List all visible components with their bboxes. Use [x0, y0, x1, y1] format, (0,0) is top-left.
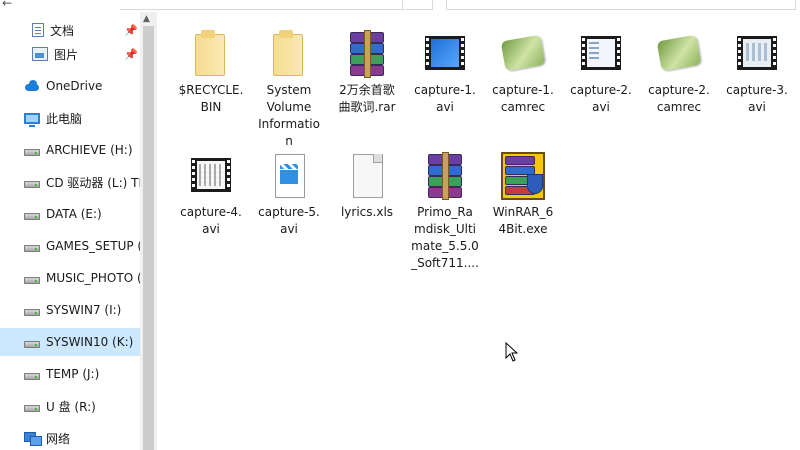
refresh-button[interactable] — [402, 0, 433, 10]
pin-icon[interactable]: 📌 — [124, 48, 138, 61]
file-label: Primo_Ra mdisk_Ulti mate_5.5.0 _Soft711.… — [411, 205, 479, 270]
document-icon — [32, 23, 44, 37]
file-item-recycle-bin[interactable]: $RECYCLE. BIN — [172, 30, 250, 116]
cloud-icon — [24, 79, 40, 93]
video-file-icon — [577, 30, 625, 78]
nav-item-label: 网络 — [46, 431, 71, 446]
file-item-lyrics-rar[interactable]: 2万余首歌 曲歌词.rar — [328, 30, 406, 116]
video-file-icon — [187, 152, 235, 200]
nav-item-drive-cd[interactable]: CD 驱动器 (L:) TP — [0, 168, 140, 196]
file-label: 2万余首歌 曲歌词.rar — [338, 83, 396, 114]
drive-icon — [24, 340, 40, 348]
nav-item-network[interactable]: 网络 — [0, 424, 140, 450]
back-arrow-icon[interactable]: ← — [2, 0, 12, 10]
file-label: System Volume Informatio n — [258, 83, 320, 148]
file-item-capture-2-camrec[interactable]: capture-2. camrec — [640, 30, 718, 116]
nav-item-label: U 盘 (R:) — [46, 399, 96, 414]
scroll-up-arrow-icon[interactable]: ▲ — [143, 14, 150, 24]
nav-item-pictures[interactable]: 图片 📌 — [0, 40, 140, 68]
nav-item-label: 此电脑 — [46, 111, 83, 126]
nav-item-label: TEMP (J:) — [46, 367, 100, 381]
nav-scrollbar[interactable]: ▲ — [140, 12, 157, 450]
file-label: WinRAR_6 4Bit.exe — [492, 205, 554, 236]
top-toolbar: ← — [0, 0, 800, 12]
file-label: capture-1. camrec — [492, 83, 554, 114]
file-label: capture-2. avi — [570, 83, 632, 114]
file-item-capture-1-avi[interactable]: capture-1. avi — [406, 30, 484, 116]
folder-icon — [265, 30, 313, 78]
file-list-view[interactable]: $RECYCLE. BIN System Volume Informatio n… — [157, 12, 800, 450]
drive-icon — [24, 404, 40, 412]
scrollbar-thumb[interactable] — [143, 26, 154, 450]
nav-item-label: 文档 — [50, 23, 75, 38]
file-item-primo-ramdisk[interactable]: Primo_Ra mdisk_Ulti mate_5.5.0 _Soft711.… — [406, 152, 484, 272]
blank-file-icon — [343, 152, 391, 200]
picture-icon — [32, 47, 48, 61]
nav-item-drive-archieve[interactable]: ARCHIEVE (H:) — [0, 136, 140, 164]
winrar-installer-icon — [499, 152, 547, 200]
camrec-file-icon — [655, 30, 703, 78]
file-item-capture-1-camrec[interactable]: capture-1. camrec — [484, 30, 562, 116]
file-item-capture-2-avi[interactable]: capture-2. avi — [562, 30, 640, 116]
camrec-file-icon — [499, 30, 547, 78]
network-icon — [24, 431, 42, 446]
nav-item-label: 图片 — [54, 47, 79, 62]
rar-archive-icon — [421, 152, 469, 200]
nav-item-drive-usb[interactable]: U 盘 (R:) — [0, 392, 140, 420]
drive-icon — [24, 212, 40, 220]
pin-icon[interactable]: 📌 — [124, 24, 138, 37]
file-item-capture-5-avi[interactable]: capture-5. avi — [250, 152, 328, 238]
file-label: capture-1. avi — [414, 83, 476, 114]
video-file-icon — [733, 30, 781, 78]
search-box[interactable] — [446, 0, 796, 10]
nav-item-label: SYSWIN10 (K:) — [46, 335, 134, 349]
nav-item-drive-syswin7[interactable]: SYSWIN7 (I:) — [0, 296, 140, 324]
drive-icon — [24, 148, 40, 156]
nav-item-label: GAMES_SETUP ( — [46, 239, 140, 253]
navigation-pane: 文档 📌 图片 📌 OneDrive 此电脑 ARCHIEVE (H:) CD … — [0, 12, 157, 450]
nav-item-drive-temp[interactable]: TEMP (J:) — [0, 360, 140, 388]
nav-item-drive-music-photo[interactable]: MUSIC_PHOTO ( — [0, 264, 140, 292]
nav-item-this-pc[interactable]: 此电脑 — [0, 104, 140, 132]
video-file-icon — [421, 30, 469, 78]
rar-archive-icon — [343, 30, 391, 78]
drive-icon — [24, 180, 40, 188]
computer-icon — [24, 112, 40, 127]
file-label: capture-5. avi — [258, 205, 320, 236]
nav-item-label: DATA (E:) — [46, 207, 102, 221]
file-item-capture-3-avi[interactable]: capture-3. avi — [718, 30, 796, 116]
movie-file-icon — [265, 152, 313, 200]
file-label: capture-3. avi — [726, 83, 788, 114]
file-item-lyrics-xls[interactable]: lyrics.xls — [328, 152, 406, 221]
file-item-system-volume-information[interactable]: System Volume Informatio n — [250, 30, 328, 150]
nav-item-drive-syswin10[interactable]: SYSWIN10 (K:) — [0, 328, 140, 356]
nav-item-label: SYSWIN7 (I:) — [46, 303, 122, 317]
file-label: lyrics.xls — [340, 205, 394, 219]
drive-icon — [24, 244, 40, 252]
folder-icon — [187, 30, 235, 78]
nav-item-label: CD 驱动器 (L:) TP — [46, 175, 140, 190]
nav-item-drive-games-setup[interactable]: GAMES_SETUP ( — [0, 232, 140, 260]
file-label: capture-2. camrec — [648, 83, 710, 114]
nav-item-label: MUSIC_PHOTO ( — [46, 271, 140, 285]
drive-icon — [24, 372, 40, 380]
file-label: capture-4. avi — [180, 205, 242, 236]
file-item-capture-4-avi[interactable]: capture-4. avi — [172, 152, 250, 238]
nav-item-drive-data[interactable]: DATA (E:) — [0, 200, 140, 228]
drive-icon — [24, 308, 40, 316]
file-item-winrar-exe[interactable]: WinRAR_6 4Bit.exe — [484, 152, 562, 238]
nav-item-onedrive[interactable]: OneDrive — [0, 72, 140, 100]
file-label: $RECYCLE. BIN — [178, 83, 244, 114]
nav-item-label: OneDrive — [46, 79, 103, 93]
address-bar[interactable] — [120, 0, 433, 10]
nav-item-label: ARCHIEVE (H:) — [46, 143, 133, 157]
drive-icon — [24, 276, 40, 284]
